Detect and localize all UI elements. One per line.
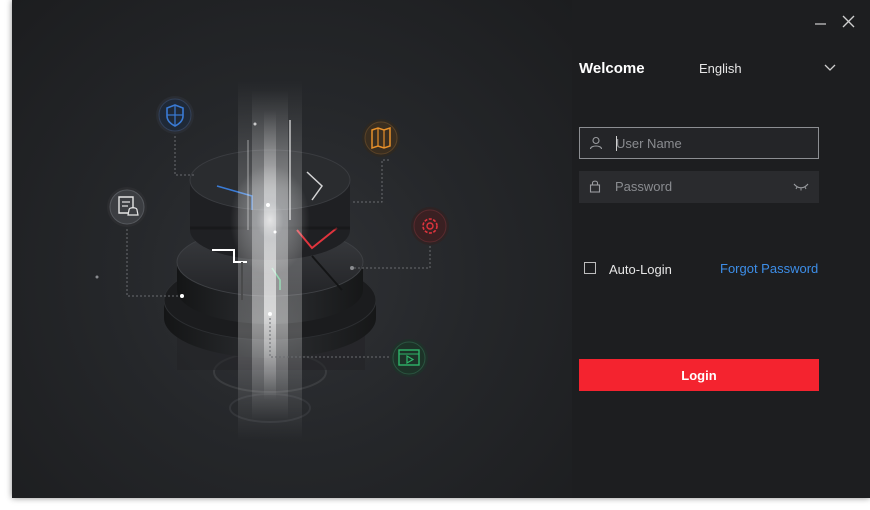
language-select[interactable]: English [699,61,742,76]
minimize-button[interactable] [808,8,834,34]
gear-icon [411,207,449,245]
chevron-down-icon[interactable] [822,60,838,76]
lock-icon [589,180,601,193]
eye-closed-icon[interactable] [793,180,809,192]
hero-graphic [95,80,449,440]
password-input[interactable] [615,171,785,201]
document-bell-icon [107,187,147,227]
shield-icon [156,96,194,134]
welcome-title: Welcome [579,60,645,77]
password-field[interactable] [579,171,819,203]
close-button[interactable] [836,8,862,34]
login-button[interactable]: Login [579,359,819,391]
minimize-icon [815,23,826,25]
hero-illustration [12,0,572,498]
forgot-password-link[interactable]: Forgot Password [720,261,818,276]
auto-login-label: Auto-Login [609,262,672,277]
map-icon [362,119,400,157]
user-icon [589,136,603,150]
video-icon [390,339,428,377]
auto-login-checkbox[interactable] [584,262,596,274]
close-icon [842,15,855,28]
username-input[interactable] [616,128,786,158]
username-field[interactable] [579,127,819,159]
